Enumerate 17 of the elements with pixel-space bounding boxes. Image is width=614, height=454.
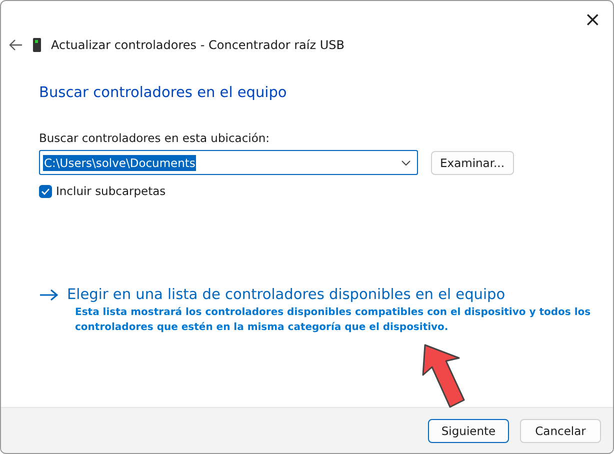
next-button[interactable]: Siguiente — [428, 418, 509, 442]
close-button[interactable]: × — [580, 7, 605, 31]
right-arrow-icon — [39, 289, 59, 301]
browse-button[interactable]: Examinar... — [431, 150, 514, 174]
pick-from-list-link[interactable]: Elegir en una lista de controladores disponibles en el equipo — [39, 287, 613, 303]
location-combo-field[interactable]: C:\Users\solve\Documents — [39, 150, 418, 175]
window-title: Actualizar controladores - Concentrador raíz USB — [51, 38, 344, 52]
chevron-down-icon[interactable] — [401, 160, 411, 166]
checkbox[interactable] — [39, 184, 52, 198]
checkmark-icon — [41, 188, 50, 194]
page-heading: Buscar controladores en el equipo — [39, 85, 288, 101]
checkbox-label: Incluir subcarpetas — [56, 184, 166, 198]
cancel-button[interactable]: Cancelar — [520, 418, 601, 442]
back-arrow-icon[interactable] — [9, 39, 23, 51]
device-icon — [33, 38, 41, 52]
location-label: Buscar controladores en esta ubicación: — [39, 131, 271, 145]
link-description: Esta lista mostrará los controladores disponibles compatibles con el dispositivo y todos los controladores que estén en la misma categoría que el dispositivo. — [75, 306, 592, 335]
